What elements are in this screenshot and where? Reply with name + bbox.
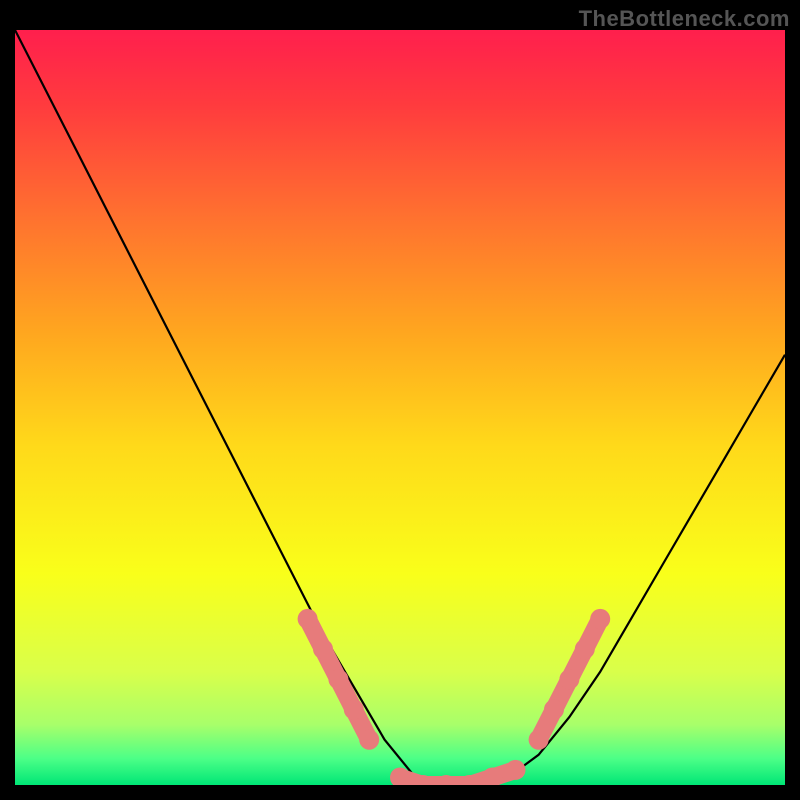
marker-dot (506, 760, 526, 780)
marker-dot (559, 669, 579, 689)
marker-dot (298, 609, 318, 629)
marker-dot (529, 730, 549, 750)
marker-dot (344, 700, 364, 720)
marker-dot (313, 639, 333, 659)
marker-dot (544, 700, 564, 720)
chart-frame: TheBottleneck.com (0, 0, 800, 800)
plot-area (15, 30, 785, 785)
marker-dot (590, 609, 610, 629)
chart-svg (15, 30, 785, 785)
watermark-text: TheBottleneck.com (579, 6, 790, 32)
marker-dot (575, 639, 595, 659)
marker-dot (359, 730, 379, 750)
gradient-rect (15, 30, 785, 785)
marker-dot (328, 669, 348, 689)
